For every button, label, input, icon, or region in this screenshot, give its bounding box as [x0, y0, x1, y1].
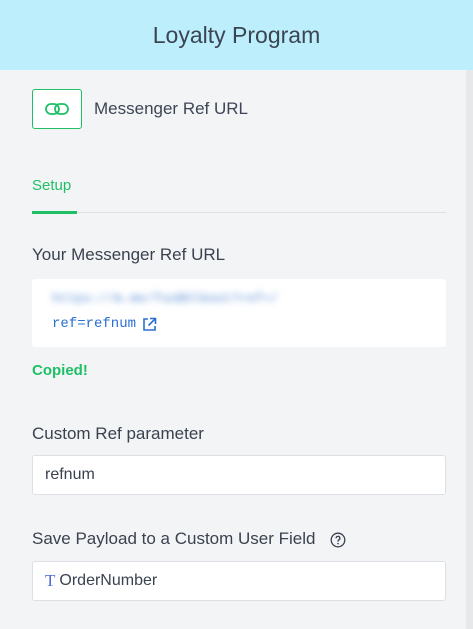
- external-link-icon[interactable]: [142, 317, 157, 332]
- tab-setup[interactable]: Setup: [32, 177, 77, 214]
- payload-field-select[interactable]: T OrderNumber: [32, 561, 446, 601]
- payload-field-label-text: Save Payload to a Custom User Field: [32, 529, 316, 548]
- page-title: Loyalty Program: [152, 21, 321, 48]
- ref-url-link[interactable]: ref=refnum: [52, 316, 157, 332]
- link-icon: [45, 103, 69, 115]
- link-icon-box[interactable]: [32, 89, 82, 129]
- custom-ref-input[interactable]: refnum: [32, 455, 446, 495]
- node-title: Messenger Ref URL: [94, 99, 249, 118]
- custom-ref-value: refnum: [45, 466, 95, 483]
- text-type-icon: T: [45, 571, 56, 590]
- tab-bar: Setup: [32, 175, 446, 214]
- node-header: Messenger Ref URL: [32, 89, 248, 129]
- ref-url-blurred: https://m.me/fooBOlboot?ref=/: [52, 291, 279, 306]
- copied-status: Copied!: [32, 362, 88, 379]
- custom-ref-label: Custom Ref parameter: [32, 424, 204, 443]
- help-icon[interactable]: [330, 532, 346, 548]
- ref-param-text: ref=refnum: [52, 316, 137, 332]
- ref-url-box[interactable]: https://m.me/fooBOlboot?ref=/ ref=refnum: [32, 279, 446, 347]
- payload-field-value: OrderNumber: [59, 572, 158, 589]
- payload-field-label: Save Payload to a Custom User Field: [32, 529, 346, 549]
- panel-edge: [466, 70, 473, 629]
- header-bar: Loyalty Program: [0, 0, 473, 70]
- ref-url-heading: Your Messenger Ref URL: [32, 245, 226, 264]
